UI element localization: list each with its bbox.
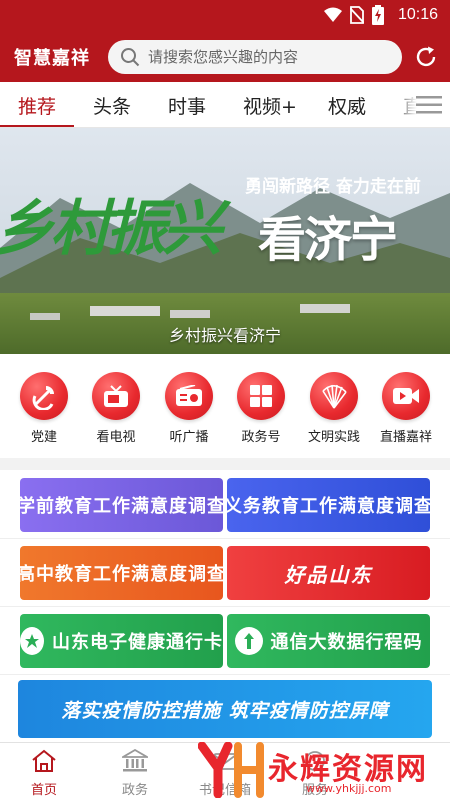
divider (0, 674, 450, 675)
card-health-pass[interactable]: 山东电子健康通行卡 (20, 614, 223, 668)
quick-link-label: 文明实践 (307, 430, 360, 445)
tab-headlines[interactable]: 头条 (93, 92, 131, 119)
divider (0, 538, 450, 539)
menu-icon[interactable] (416, 95, 442, 115)
hero-banner[interactable]: 乡村振兴 看济宁 勇闯新路径 奋力走在前 乡村振兴看济宁 (0, 128, 450, 354)
nav-label: 政务 (121, 783, 148, 798)
card-label: 高中教育工作满意度调查 (20, 564, 223, 585)
quick-link-label: 政务号 (241, 430, 281, 445)
nav-home[interactable]: 首页 (14, 749, 74, 798)
search-bar[interactable] (108, 40, 402, 74)
quick-links: 党建 看电视 听广播 政务号 文明实践 直播嘉祥 (0, 354, 450, 458)
quick-link-label: 听广播 (169, 430, 209, 445)
quick-link-tv[interactable]: 看电视 (82, 372, 150, 445)
quick-link-label: 党建 (30, 430, 57, 445)
card-label: 通信大数据行程码 (270, 632, 423, 653)
party-emblem-icon (20, 372, 68, 420)
home-icon (32, 749, 56, 772)
nav-label: 首页 (30, 783, 57, 798)
card-preschool-survey[interactable]: 学前教育工作满意度调查 (20, 478, 223, 532)
refresh-icon[interactable] (414, 45, 438, 69)
status-bar: 10:16 (0, 0, 450, 32)
banner-headline: 看济宁 (258, 212, 398, 268)
card-compulsory-survey[interactable]: 义务教育工作满意度调查 (227, 478, 430, 532)
quick-link-party[interactable]: 党建 (10, 372, 78, 445)
watermark-logo (198, 742, 264, 798)
search-input[interactable] (148, 48, 388, 66)
card-good-products-shandong[interactable]: 好品山东 (227, 546, 430, 600)
fan-leaf-icon (310, 372, 358, 420)
banner-caption: 乡村振兴看济宁 (168, 326, 281, 345)
radio-icon (165, 372, 213, 420)
watermark-url: www.yhkjjj.com (306, 782, 392, 795)
tab-video[interactable]: 视频+ (243, 92, 297, 119)
quick-link-gov-account[interactable]: 政务号 (227, 372, 295, 445)
banner-slogan: 勇闯新路径 奋力走在前 (245, 177, 421, 197)
tv-icon (92, 372, 140, 420)
card-label: 落实疫情防控措施 筑牢疫情防控屏障 (61, 699, 389, 722)
nav-government[interactable]: 政务 (105, 748, 165, 798)
card-label: 好品山东 (284, 562, 373, 587)
government-icon (119, 748, 151, 772)
status-icons: 10:16 (323, 5, 438, 25)
quick-link-radio[interactable]: 听广播 (155, 372, 223, 445)
battery-charging-icon (371, 5, 384, 25)
divider (0, 606, 450, 607)
app-title: 智慧嘉祥 (14, 48, 90, 69)
card-highschool-survey[interactable]: 高中教育工作满意度调查 (20, 546, 223, 600)
no-sim-icon (349, 6, 364, 24)
tab-current-affairs[interactable]: 时事 (168, 92, 206, 119)
tab-authority[interactable]: 权威 (328, 92, 366, 119)
grid-icon (237, 372, 285, 420)
wifi-icon (323, 7, 342, 22)
quick-link-label: 直播嘉祥 (379, 430, 432, 445)
app-screen: 10:16 智慧嘉祥 推荐 头条 时事 视频+ 权威 直 (0, 0, 450, 800)
travel-code-logo-icon (234, 627, 263, 655)
banner-calligraphy: 乡村振兴 (0, 194, 222, 264)
site-watermark: 永辉资源网 www.yhkjjj.com (196, 740, 450, 800)
app-header: 智慧嘉祥 (0, 32, 450, 82)
quick-link-label: 看电视 (96, 430, 136, 445)
search-icon (121, 48, 140, 67)
card-epidemic-prevention-banner[interactable]: 落实疫情防控措施 筑牢疫情防控屏障 (18, 680, 432, 738)
video-camera-icon (382, 372, 430, 420)
card-label: 山东电子健康通行卡 (52, 632, 223, 653)
channel-tabs: 推荐 头条 时事 视频+ 权威 直 (0, 82, 450, 128)
health-pass-logo-icon (20, 627, 44, 655)
status-time: 10:16 (397, 6, 438, 23)
tab-recommend[interactable]: 推荐 (18, 92, 56, 119)
service-cards: 学前教育工作满意度调查 义务教育工作满意度调查 高中教育工作满意度调查 好品山东… (0, 470, 450, 742)
card-label: 义务教育工作满意度调查 (227, 496, 430, 517)
card-travel-code[interactable]: 通信大数据行程码 (227, 614, 430, 668)
quick-link-live[interactable]: 直播嘉祥 (372, 372, 440, 445)
card-label: 学前教育工作满意度调查 (20, 496, 223, 517)
quick-link-civilization[interactable]: 文明实践 (300, 372, 368, 445)
